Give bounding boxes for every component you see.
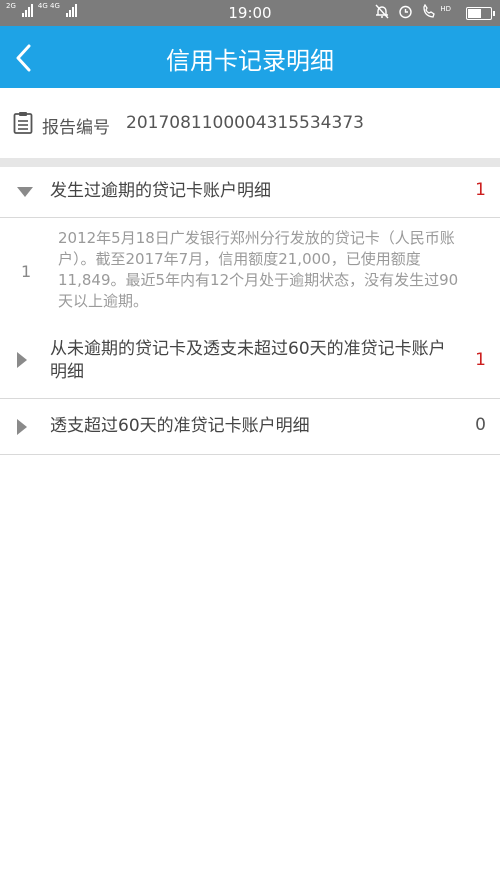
- page-title: 信用卡记录明细: [166, 47, 334, 75]
- chevron-left-icon: [16, 44, 31, 72]
- section-count: 0: [475, 415, 486, 435]
- hd-call-icon: HD: [422, 3, 457, 23]
- section-title: 透支超过60天的准贷记卡账户明细: [50, 416, 310, 436]
- section-count: 1: [475, 180, 486, 200]
- divider: [0, 217, 500, 218]
- back-button[interactable]: [4, 34, 50, 80]
- section-overdue-credit-cards[interactable]: 发生过逾期的贷记卡账户明细 1: [0, 167, 500, 217]
- section-title: 从未逾期的贷记卡及透支未超过60天的准贷记卡账户明细: [50, 339, 446, 382]
- report-number-value: 2017081100004315534373: [126, 113, 364, 133]
- caret-down-icon: [17, 187, 33, 197]
- item-description: 2012年5月18日广发银行郑州分行发放的贷记卡（人民币账户）。截至2017年7…: [58, 229, 459, 310]
- hd-label: HD: [440, 5, 451, 13]
- section-count: 1: [475, 350, 486, 370]
- section-title: 发生过逾期的贷记卡账户明细: [50, 181, 271, 201]
- report-number-label: 报告编号: [42, 118, 110, 138]
- status-bar: 2G 4G 4G 19:00 HD: [0, 0, 500, 26]
- caret-right-icon: [17, 352, 27, 368]
- report-number-row: 报告编号 2017081100004315534373: [0, 88, 500, 158]
- section-divider: [0, 158, 500, 167]
- section-overdraft-over-60-days[interactable]: 透支超过60天的准贷记卡账户明细 0: [0, 399, 500, 454]
- divider: [0, 454, 500, 455]
- app-header: 信用卡记录明细: [0, 26, 500, 88]
- clipboard-icon: [13, 112, 33, 134]
- section-never-overdue-cards[interactable]: 从未逾期的贷记卡及透支未超过60天的准贷记卡账户明细 1: [0, 330, 500, 398]
- alarm-clock-icon: [398, 4, 413, 23]
- silent-bell-icon: [375, 4, 389, 23]
- list-item: 1 2012年5月18日广发银行郑州分行发放的贷记卡（人民币账户）。截至2017…: [0, 228, 500, 318]
- caret-right-icon: [17, 419, 27, 435]
- battery-icon: [466, 7, 495, 20]
- item-index: 1: [21, 262, 32, 281]
- status-icons: HD: [375, 3, 495, 23]
